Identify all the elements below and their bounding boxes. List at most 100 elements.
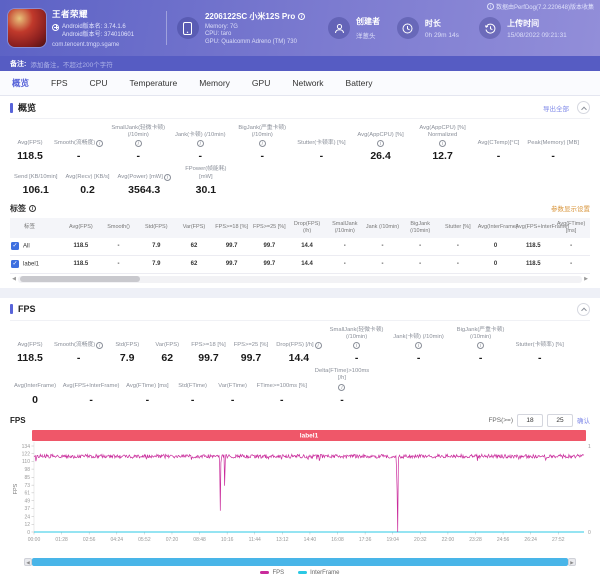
tab-5[interactable]: Memory [199,78,230,88]
svg-text:FPS: FPS [13,483,19,494]
tab-7[interactable]: Network [292,78,323,88]
stat-label: Avg(AppCPU) [%] Normalizedi [416,125,470,147]
table-cell: - [364,238,402,256]
table-cell: - [401,255,439,273]
fps-threshold-input-2[interactable] [547,414,573,427]
labels-title: 标签 [10,203,26,214]
info-icon[interactable]: i [338,384,345,391]
android-version-icon [52,24,59,31]
tab-4[interactable]: Temperature [130,78,178,88]
chart-scroll-left-handle[interactable]: ◀ [24,558,32,566]
svg-text:00:00: 00:00 [28,537,41,543]
stat-block: FPS>=25 [%]99.7 [230,335,272,364]
stat-label: FPS>=18 [%] [191,335,225,349]
note-bar[interactable]: 备注: 添加备注，不超过200个字符 [0,56,600,71]
creator-label: 创建者 [356,16,380,27]
scrollbar-thumb[interactable] [20,276,140,282]
stat-value: - [235,150,289,162]
stat-label: Var(FPS) [151,335,183,349]
collect-note-text: 数据由PerfDog(7.2.220648)版本收集 [496,2,594,11]
stat-value: - [54,150,103,162]
svg-text:61: 61 [24,490,30,496]
svg-text:24: 24 [24,514,30,520]
scroll-left-arrow[interactable]: ◀ [10,276,18,282]
info-icon[interactable]: i [259,140,266,147]
chart-scroll-range[interactable] [32,558,568,566]
stat-label: Jank(卡顿) (/10min)i [173,132,227,147]
info-icon[interactable]: i [439,140,446,147]
table-cell: 7.9 [137,255,175,273]
param-settings-link[interactable]: 参数显示设置 [551,203,590,213]
overview-stats-row2: Send [KB/10min]106.1Avg(Recv) [KB/s]0.2A… [10,166,590,199]
table-row: ✓label1118.5-7.96299.799.714.4----0118.5… [10,255,590,273]
svg-text:73: 73 [24,483,30,489]
info-icon[interactable]: i [298,13,305,20]
info-icon[interactable]: i [415,342,422,349]
stat-label: FTime>=100ms [%] [257,377,307,391]
info-icon[interactable]: i [96,342,103,349]
collapse-overview-button[interactable] [577,101,590,114]
svg-text:0: 0 [588,530,591,536]
svg-text:98: 98 [24,467,30,473]
export-all-link[interactable]: 导出全部 [543,103,569,113]
svg-text:26:24: 26:24 [524,537,537,543]
app-info: 王者荣耀 Android版本名: 3.74.1.6 Android版本号: 37… [8,8,160,48]
stat-label: Jank(卡顿) (/10min)i [392,334,446,349]
stat-value: 7.9 [111,352,143,364]
stat-block: Std(FPS)7.9 [107,335,147,364]
info-icon[interactable]: i [29,205,36,212]
tab-3[interactable]: CPU [90,78,108,88]
upload-label: 上传时间 [507,18,567,29]
table-cell: 118.5 [62,255,100,273]
fps-stats-row1: Avg(FPS)118.5Smooth(流畅度)i-Std(FPS)7.9Var… [10,321,590,368]
table-column-header: Avg(InterFrame) [477,218,515,238]
stat-block: Jank(卡顿) (/10min)i- [388,334,450,364]
collapse-fps-button[interactable] [577,303,590,316]
info-icon[interactable]: i [353,342,360,349]
row-checkbox[interactable]: ✓ [11,242,19,250]
labels-header: 标签 i 参数显示设置 [10,200,590,218]
stat-value: 0.2 [66,184,110,196]
stat-label: Peak(Memory) [MB] [527,133,579,147]
table-scrollbar[interactable]: ◀ ▶ [10,275,590,284]
stat-value: 118.5 [14,150,46,162]
table-cell: 99.7 [251,255,289,273]
info-icon[interactable]: i [315,342,322,349]
info-icon[interactable]: i [197,140,204,147]
tab-bar: 概览 FPS CPU Temperature Memory GPU Network Batte… [0,71,600,96]
legend-item-fps[interactable]: FPS [260,570,284,576]
table-cell: 99.7 [251,238,289,256]
svg-text:20:32: 20:32 [414,537,427,543]
table-column-header: Var(FPS) [175,218,213,238]
info-icon[interactable]: i [164,174,171,181]
info-icon[interactable]: i [96,140,103,147]
chart-scrollbar[interactable]: ◀ ▶ [24,558,576,567]
tab-8[interactable]: Battery [346,78,373,88]
tab-6[interactable]: GPU [252,78,270,88]
tab-2[interactable]: FPS [51,78,68,88]
table-cell: 0 [477,255,515,273]
confirm-link[interactable]: 确认 [577,415,590,425]
header: i 数据由PerfDog(7.2.220648)版本收集 王者荣耀 Androi… [0,0,600,56]
row-checkbox[interactable]: ✓ [11,260,19,268]
table-cell: - [364,255,402,273]
tab-1[interactable]: 概览 [12,77,29,89]
info-icon[interactable]: i [377,140,384,147]
fps-threshold-input-1[interactable] [517,414,543,427]
fps-chart-canvas[interactable]: label11341221109885736149372412000:0001:… [10,428,600,552]
header-divider [166,11,167,45]
table-column-header: Std(FPS) [137,218,175,238]
scroll-right-arrow[interactable]: ▶ [582,276,590,282]
stat-block: Avg(FPS+InterFrame)- [60,377,122,406]
table-cell: 118.5 [514,255,552,273]
overview-section: 概览 导出全部 Avg(FPS)118.5Smooth(流畅度)i-SmallJ… [0,96,600,288]
legend-item-interframe[interactable]: InterFrame [298,570,339,576]
info-icon[interactable]: i [477,342,484,349]
chart-scroll-right-handle[interactable]: ▶ [568,558,576,566]
info-icon[interactable]: i [135,140,142,147]
fps-chart[interactable]: label11341221109885736149372412000:0001:… [10,428,590,557]
stat-label: Avg(InterFrame) [14,377,56,391]
legend-swatch [298,571,307,574]
table-cell: - [100,255,138,273]
table-cell: - [552,255,590,273]
